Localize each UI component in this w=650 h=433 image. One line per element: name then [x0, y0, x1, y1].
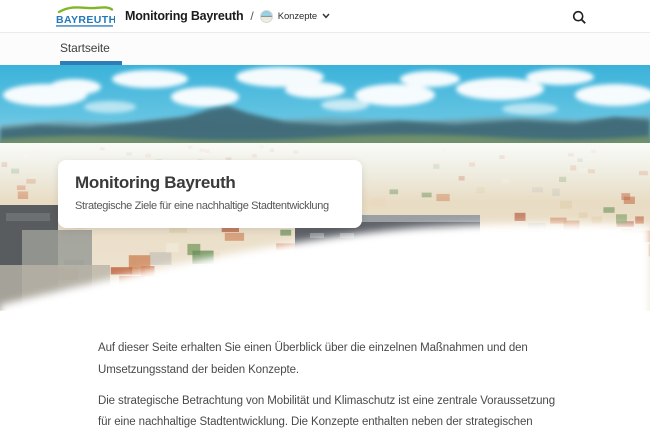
- intro-text-section: Auf dieser Seite erhalten Sie einen Über…: [0, 330, 578, 433]
- search-button[interactable]: [570, 8, 588, 26]
- concept-switcher-dropdown[interactable]: Konzepte: [259, 9, 330, 23]
- concept-switcher-label: Konzepte: [277, 10, 318, 22]
- app-header: BAYREUTH Monitoring Bayreuth / Konzepte: [0, 0, 650, 33]
- breadcrumb-separator: /: [250, 9, 254, 23]
- main-nav: Startseite: [0, 33, 650, 65]
- site-title[interactable]: Monitoring Bayreuth: [125, 9, 244, 23]
- concept-thumbnail-icon: [259, 9, 273, 23]
- logo-swoosh-icon: [57, 6, 114, 14]
- intro-paragraph: Die strategische Betrachtung von Mobilit…: [98, 394, 556, 429]
- nav-item-startseite[interactable]: Startseite: [60, 41, 110, 55]
- chevron-down-icon: [322, 13, 330, 19]
- hero-title: Monitoring Bayreuth: [75, 173, 236, 192]
- hero-section: Monitoring Bayreuth Strategische Ziele f…: [0, 65, 650, 330]
- bayreuth-logo[interactable]: BAYREUTH: [55, 3, 115, 29]
- hero-subtitle: Strategische Ziele für eine nachhaltige …: [75, 200, 329, 212]
- search-icon: [572, 10, 586, 24]
- logo-text: BAYREUTH: [56, 14, 115, 26]
- hero-title-card: Monitoring Bayreuth Strategische Ziele f…: [58, 160, 362, 228]
- logo-underline: [56, 25, 113, 27]
- intro-paragraph: Auf dieser Seite erhalten Sie einen Über…: [98, 342, 528, 376]
